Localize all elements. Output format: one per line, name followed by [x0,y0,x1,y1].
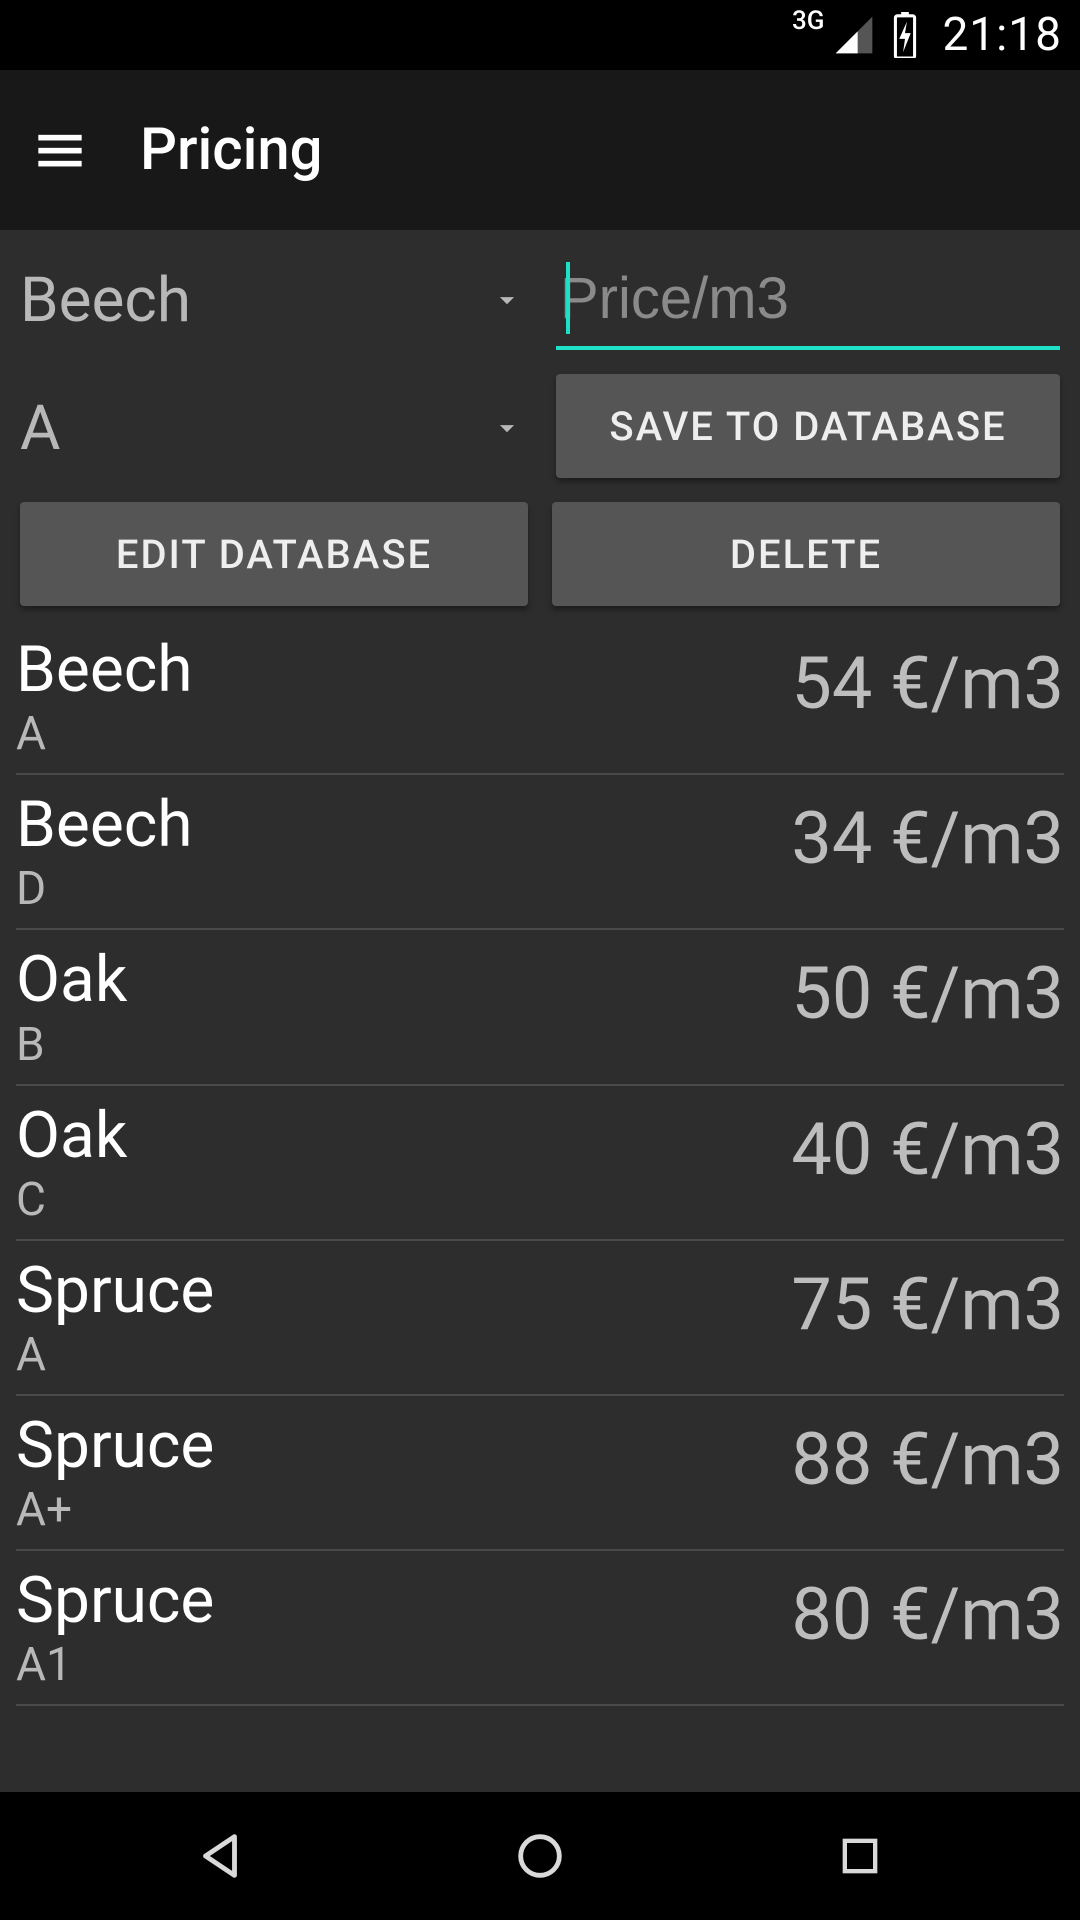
pricing-list[interactable]: BeechA54 €/m3BeechD34 €/m3OakB50 €/m3Oak… [0,624,1080,1792]
network-type-label: 3G [792,6,825,36]
list-item[interactable]: BeechD 34 €/m3 [16,775,1064,930]
grade-dropdown-value: A [20,392,60,465]
list-item-price: 88 €/m3 [791,1412,1064,1499]
price-input[interactable] [556,250,1060,346]
list-item[interactable]: OakB 50 €/m3 [16,930,1064,1085]
list-item-grade: A1 [16,1638,214,1692]
species-dropdown-value: Beech [20,264,191,337]
back-icon [191,1827,249,1885]
text-cursor [566,262,570,334]
list-item-price: 54 €/m3 [791,636,1064,723]
chevron-down-icon [490,411,524,445]
price-input-wrap[interactable] [556,250,1060,350]
content-area: Beech A Save to database Edit database D… [0,230,1080,1792]
list-item-left: SpruceA+ [16,1412,214,1537]
list-item-grade: A [16,1328,214,1382]
list-item-species: Beech [16,791,193,858]
delete-button[interactable]: Delete [552,502,1060,606]
recents-button[interactable] [820,1816,900,1896]
list-item-species: Spruce [16,1257,214,1324]
save-button[interactable]: Save to database [556,374,1060,478]
list-item-species: Beech [16,636,193,703]
back-button[interactable] [180,1816,260,1896]
list-item-grade: C [16,1173,127,1227]
list-item-price: 50 €/m3 [791,946,1064,1033]
cell-signal-icon [832,13,876,57]
status-clock: 21:18 [942,8,1062,62]
list-item-price: 75 €/m3 [791,1257,1064,1344]
list-item-left: OakC [16,1102,127,1227]
app-bar: Pricing [0,70,1080,230]
list-item-left: SpruceA [16,1257,214,1382]
list-item-species: Spruce [16,1567,214,1634]
list-item-grade: A [16,707,193,761]
list-item-left: SpruceA1 [16,1567,214,1692]
list-item[interactable]: OakC 40 €/m3 [16,1086,1064,1241]
list-item[interactable]: SpruceA1 80 €/m3 [16,1551,1064,1706]
list-item-price: 34 €/m3 [791,791,1064,878]
list-item-species: Oak [16,1102,127,1169]
list-item-grade: A+ [16,1483,214,1537]
home-icon [511,1827,569,1885]
battery-charging-icon [890,12,920,58]
list-item-grade: B [16,1018,127,1072]
list-item-grade: D [16,862,193,916]
system-nav-bar [0,1792,1080,1920]
form-area: Beech A Save to database Edit database D… [0,230,1080,624]
list-item-species: Oak [16,946,127,1013]
list-item[interactable]: BeechA 54 €/m3 [16,624,1064,775]
list-item-species: Spruce [16,1412,214,1479]
list-item-left: BeechA [16,636,193,761]
list-item[interactable]: SpruceA+ 88 €/m3 [16,1396,1064,1551]
page-title: Pricing [140,116,323,184]
chevron-down-icon [490,283,524,317]
menu-button[interactable] [30,120,90,180]
list-item-left: OakB [16,946,127,1071]
grade-dropdown[interactable]: A [20,378,532,478]
list-item[interactable]: SpruceA 75 €/m3 [16,1241,1064,1396]
recents-icon [834,1830,886,1882]
list-item-left: BeechD [16,791,193,916]
edit-database-button[interactable]: Edit database [20,502,528,606]
home-button[interactable] [500,1816,580,1896]
status-bar: 3G 21:18 [0,0,1080,70]
list-item-price: 40 €/m3 [791,1102,1064,1189]
hamburger-icon [34,124,86,176]
list-item-price: 80 €/m3 [791,1567,1064,1654]
species-dropdown[interactable]: Beech [20,250,532,350]
